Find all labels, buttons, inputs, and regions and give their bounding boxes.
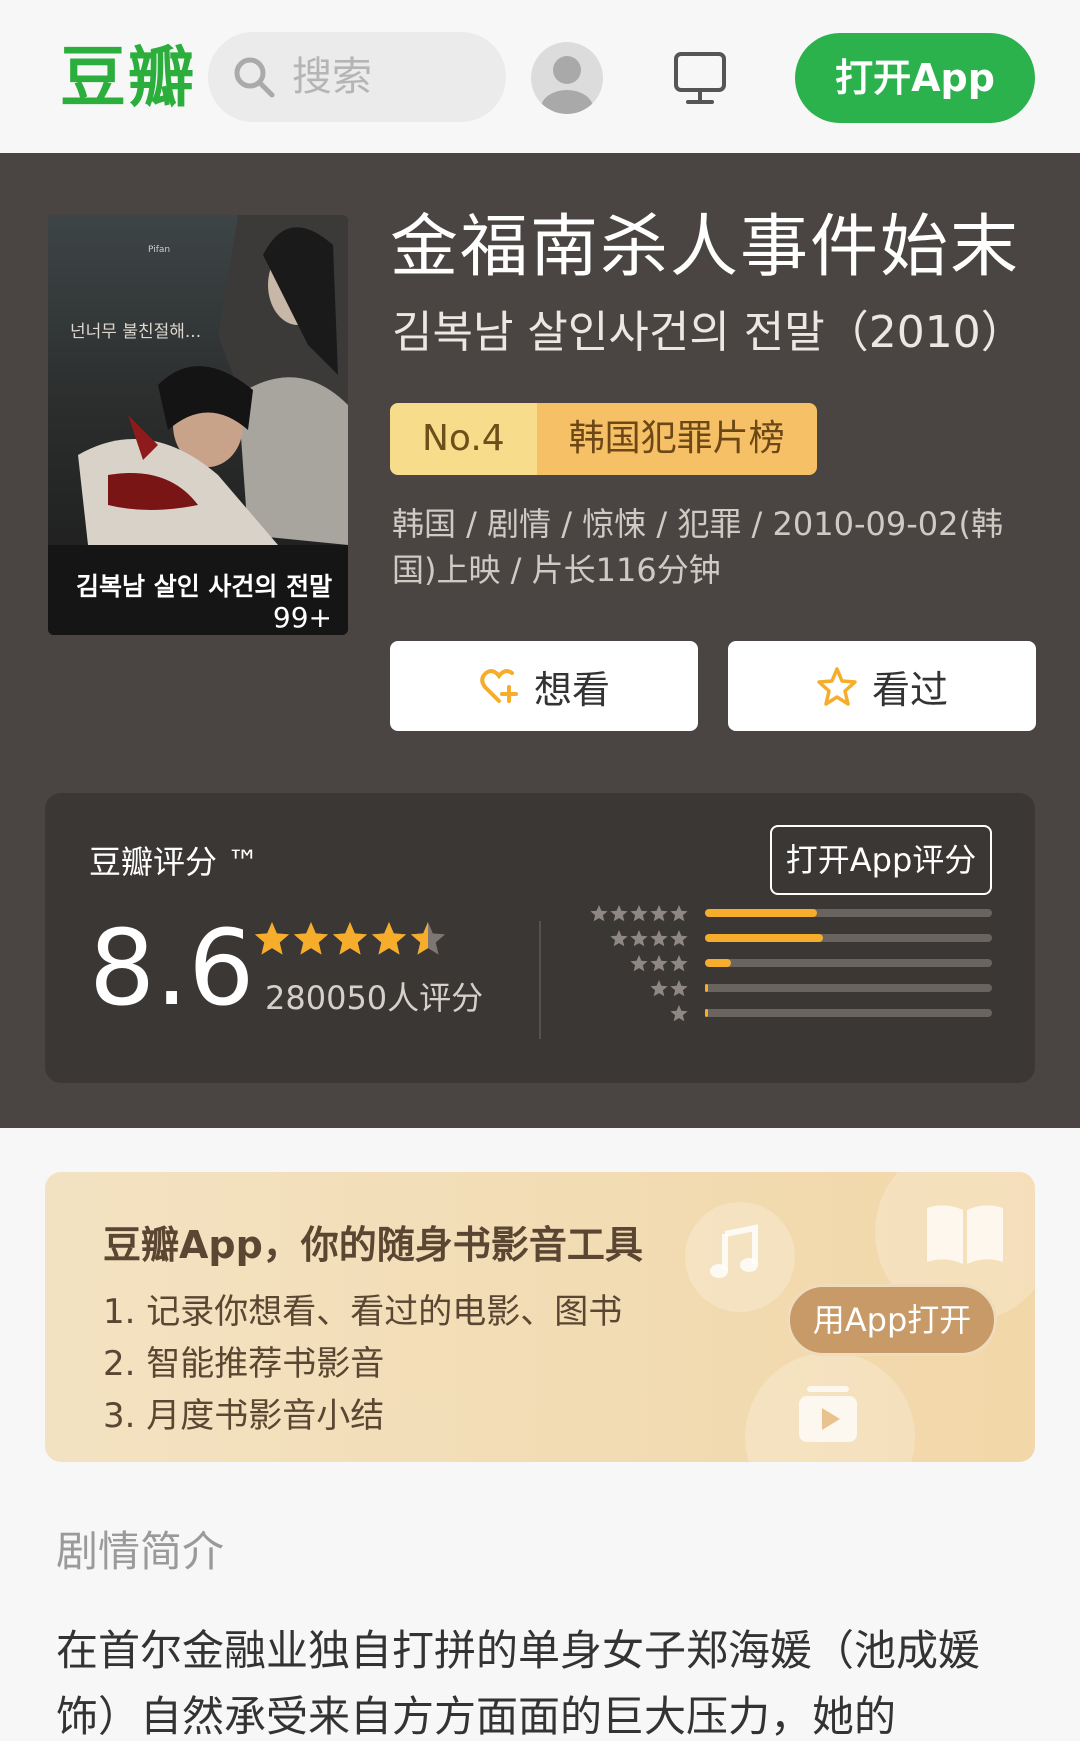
rating-distribution-row bbox=[585, 1003, 995, 1025]
open-app-rate-button[interactable]: 打开App评分 bbox=[770, 825, 992, 895]
video-icon bbox=[799, 1386, 857, 1442]
heart-plus-icon bbox=[480, 669, 518, 703]
user-icon bbox=[541, 56, 593, 114]
rating-label: 豆瓣评分 ™ bbox=[89, 843, 260, 881]
distribution-star bbox=[670, 1005, 688, 1022]
want-to-watch-button[interactable]: 想看 bbox=[390, 641, 698, 731]
rating-star-fill bbox=[254, 922, 290, 955]
poster-festival-text: Pifan bbox=[148, 245, 171, 255]
rating-divider bbox=[539, 921, 541, 1039]
distribution-star bbox=[590, 905, 608, 922]
distribution-star bbox=[650, 905, 668, 922]
distribution-bar-track bbox=[705, 959, 992, 967]
tv-icon[interactable] bbox=[672, 50, 728, 106]
top-bar: 豆瓣 搜索 打开App bbox=[0, 0, 1080, 153]
distribution-bar-track bbox=[705, 934, 992, 942]
rank-badge[interactable]: No.4 韩国犯罪片榜 bbox=[390, 403, 817, 475]
distribution-bar-fill bbox=[705, 934, 823, 942]
synopsis-heading: 剧情简介 bbox=[56, 1527, 225, 1576]
rating-distribution-row bbox=[585, 903, 995, 925]
music-icon bbox=[710, 1224, 758, 1278]
book-icon bbox=[927, 1205, 1003, 1264]
search-placeholder: 搜索 bbox=[292, 54, 372, 100]
seen-label: 看过 bbox=[871, 667, 948, 712]
distribution-star bbox=[630, 905, 648, 922]
app-promo-banner[interactable]: 豆瓣App，你的随身书影音工具 1. 记录你想看、看过的电影、图书 2. 智能推… bbox=[45, 1172, 1035, 1462]
avatar[interactable] bbox=[531, 42, 603, 114]
poster-title: 김복남 살인 사건의 전말 bbox=[76, 572, 333, 601]
movie-hero: Pifan 넌너무 불친절해... 김복남 살인 사건의 전말 99+ 金福南杀… bbox=[0, 153, 1080, 1128]
movie-meta: 韩国 / 剧情 / 惊悚 / 犯罪 / 2010-09-02(韩国)上映 / 片… bbox=[392, 505, 1003, 589]
distribution-star bbox=[630, 930, 648, 947]
rank-category: 韩国犯罪片榜 bbox=[536, 403, 817, 475]
distribution-bar-fill bbox=[705, 1009, 708, 1017]
distribution-star bbox=[670, 980, 688, 997]
rating-count[interactable]: 280050人评分 bbox=[265, 973, 483, 1019]
watched-button[interactable]: 看过 bbox=[728, 641, 1036, 731]
distribution-bar-fill bbox=[705, 984, 708, 992]
distribution-bar-track bbox=[705, 984, 992, 992]
search-icon bbox=[234, 57, 275, 98]
rating-star-fill bbox=[293, 922, 329, 955]
synopsis-text: 在首尔金融业独自打拼的单身女子郑海媛（池成媛 饰）自然承受来自方方面面的巨大压力… bbox=[56, 1626, 981, 1741]
distribution-stars bbox=[610, 930, 688, 947]
rank-number: No.4 bbox=[390, 403, 537, 475]
open-in-app-button[interactable]: 用App打开 bbox=[787, 1284, 997, 1356]
distribution-bar-track bbox=[705, 909, 992, 917]
distribution-star bbox=[630, 955, 648, 972]
distribution-bar-track bbox=[705, 1009, 992, 1017]
promo-item: 1. 记录你想看、看过的电影、图书 bbox=[103, 1292, 623, 1332]
distribution-star bbox=[650, 980, 668, 997]
rating-star-fill bbox=[371, 922, 407, 955]
promo-title: 豆瓣App，你的随身书影音工具 bbox=[103, 1223, 643, 1267]
distribution-star bbox=[670, 955, 688, 972]
rating-distribution-row bbox=[585, 978, 995, 1000]
promo-item: 3. 月度书影音小结 bbox=[103, 1396, 385, 1436]
distribution-star bbox=[610, 905, 628, 922]
movie-poster[interactable]: Pifan 넌너무 불친절해... 김복남 살인 사건의 전말 99+ bbox=[48, 215, 348, 635]
distribution-stars bbox=[670, 1005, 688, 1022]
distribution-bar-fill bbox=[705, 959, 731, 967]
poster-tagline: 넌너무 불친절해... bbox=[70, 322, 202, 342]
want-label: 想看 bbox=[533, 667, 610, 712]
open-app-button[interactable]: 打开App bbox=[795, 33, 1035, 123]
rating-distribution-row bbox=[585, 953, 995, 975]
douban-logo[interactable]: 豆瓣 bbox=[60, 38, 196, 118]
distribution-stars bbox=[650, 980, 688, 997]
distribution-star bbox=[650, 955, 668, 972]
distribution-stars bbox=[590, 905, 688, 922]
distribution-bar-fill bbox=[705, 909, 817, 917]
movie-title: 金福南杀人事件始末 bbox=[390, 208, 1021, 287]
search-input[interactable]: 搜索 bbox=[208, 32, 506, 122]
rating-star-fill bbox=[332, 922, 368, 955]
rating-distribution-row bbox=[585, 928, 995, 950]
star-outline-icon bbox=[817, 667, 857, 706]
rating-card: 豆瓣评分 ™ 打开App评分 8.6 280050人评分 bbox=[45, 793, 1035, 1083]
distribution-star bbox=[670, 905, 688, 922]
distribution-star bbox=[650, 930, 668, 947]
distribution-stars bbox=[630, 955, 688, 972]
rating-stars bbox=[254, 922, 446, 955]
distribution-star bbox=[670, 930, 688, 947]
distribution-star bbox=[610, 930, 628, 947]
promo-item: 2. 智能推荐书影音 bbox=[103, 1344, 385, 1384]
rating-score: 8.6 bbox=[89, 907, 255, 1029]
movie-original-title: 김복남 살인사건의 전말（2010） bbox=[392, 307, 1025, 358]
poster-rating-mark: 99+ bbox=[272, 601, 332, 634]
